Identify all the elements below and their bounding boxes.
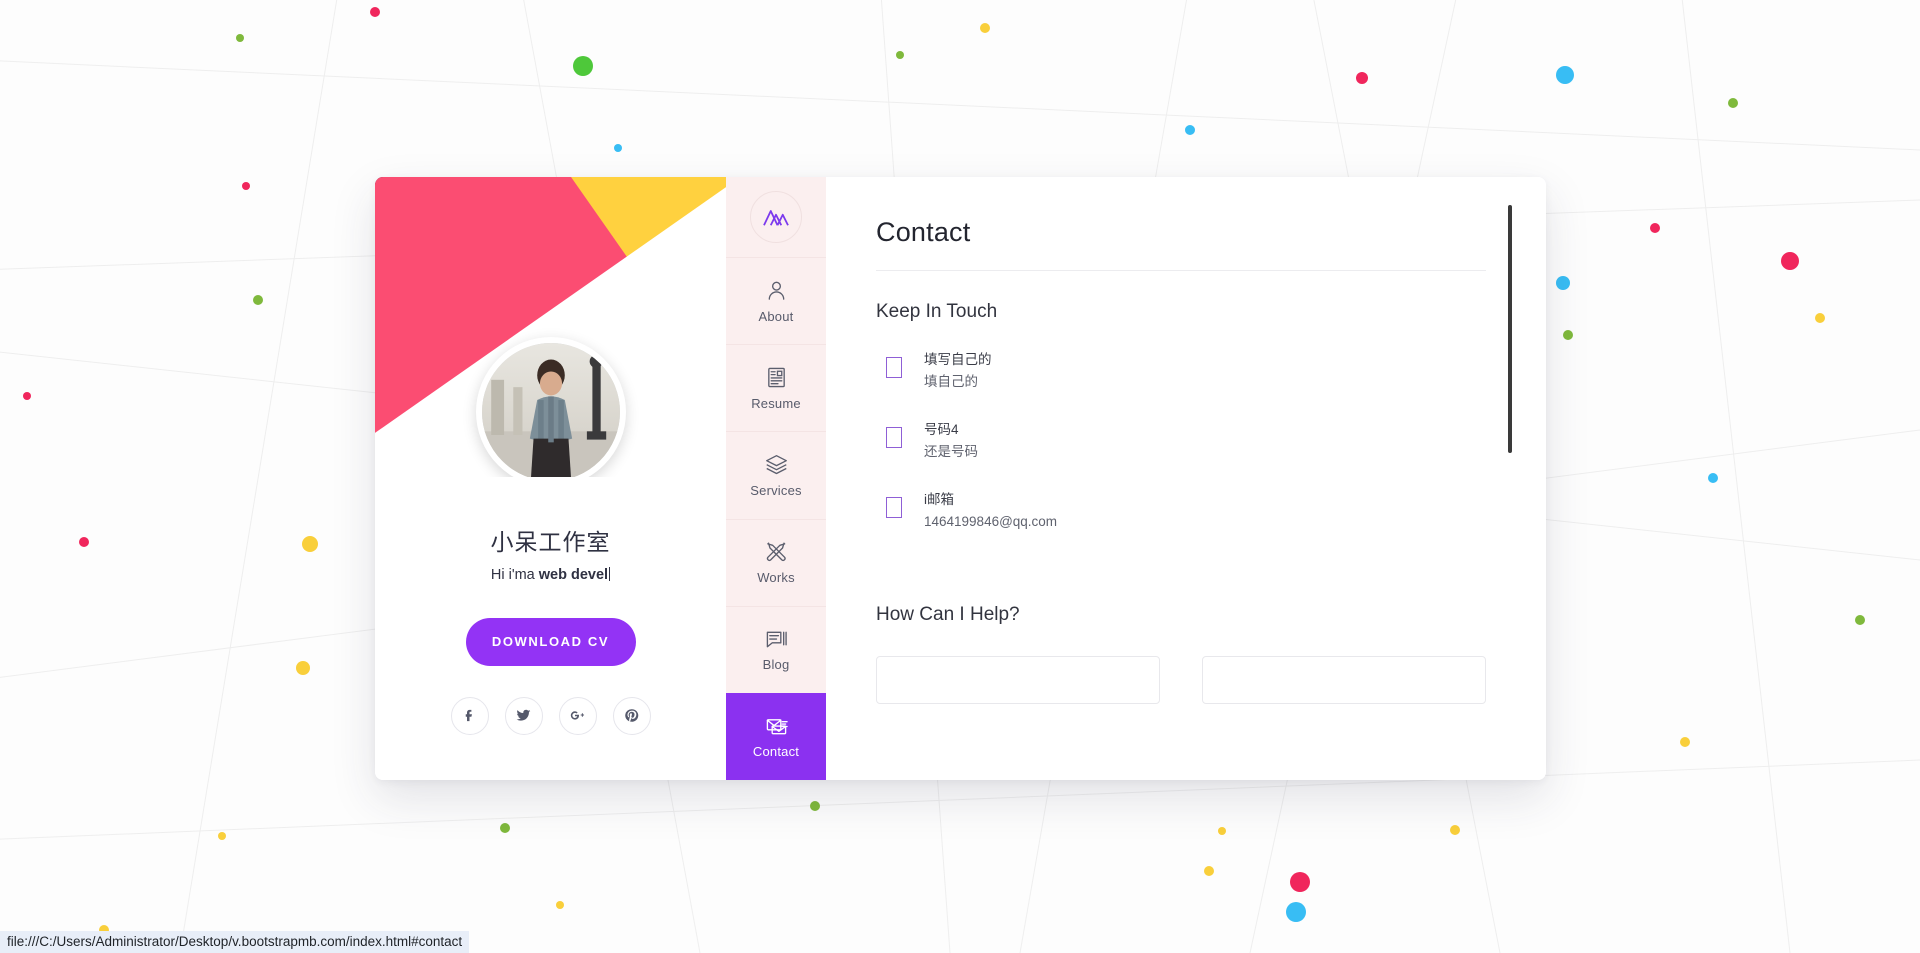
profile-panel: 小呆工作室 Hi i'ma web devel DOWNLOAD CV [375, 177, 726, 780]
sidebar-item-label: About [758, 308, 794, 324]
sidebar-item-label: Blog [762, 657, 790, 673]
contact-text: 号码4 还是号码 [924, 415, 978, 464]
facebook-icon[interactable] [450, 696, 489, 735]
sidebar-item-about[interactable]: About [726, 257, 826, 344]
sidebar-item-label: Contact [752, 744, 800, 760]
placeholder-box-icon [886, 427, 902, 448]
sidebar-nav: About Resume Services Works Blog Contact [726, 177, 826, 780]
title-divider [876, 270, 1486, 271]
contact-text: 填写自己的 填自己的 [924, 345, 992, 394]
user-icon [765, 279, 788, 303]
sidebar-item-resume[interactable]: Resume [726, 344, 826, 431]
tools-icon [765, 540, 788, 564]
sidebar-item-services[interactable]: Services [726, 431, 826, 518]
profile-header-art [375, 177, 726, 477]
avatar [475, 337, 626, 477]
app-root: 小呆工作室 Hi i'ma web devel DOWNLOAD CV Abou… [0, 0, 1920, 953]
profile-role: Hi i'ma web devel [399, 566, 702, 583]
role-prefix: Hi i'ma [490, 566, 539, 583]
role-typed: web devel [538, 566, 609, 583]
nav-logo[interactable] [726, 177, 826, 257]
sidebar-item-works[interactable]: Works [726, 518, 826, 606]
content-scrollbar[interactable] [1508, 205, 1512, 750]
document-icon [765, 366, 788, 390]
twitter-icon[interactable] [504, 696, 543, 735]
contact-info-item: 填写自己的 填自己的 [876, 345, 1486, 415]
profile-body: 小呆工作室 Hi i'ma web devel DOWNLOAD CV [375, 477, 726, 735]
layers-icon [765, 453, 788, 477]
contact-label: 号码4 [924, 422, 959, 437]
sidebar-item-label: Resume [751, 395, 801, 411]
portfolio-card: 小呆工作室 Hi i'ma web devel DOWNLOAD CV Abou… [375, 177, 1546, 780]
contact-form [876, 656, 1486, 704]
contact-label: 填写自己的 [924, 352, 992, 367]
contact-value: 还是号码 [924, 444, 978, 460]
contact-info-item: 号码4 还是号码 [876, 415, 1486, 485]
profile-name: 小呆工作室 [490, 529, 611, 555]
browser-status-bar: file:///C:/Users/Administrator/Desktop/v… [0, 931, 470, 953]
contact-value: 1464199846@qq.com [924, 514, 1058, 530]
blog-icon [765, 627, 788, 651]
sidebar-item-blog[interactable]: Blog [726, 605, 826, 693]
download-cv-button[interactable]: DOWNLOAD CV [465, 617, 636, 666]
social-links [399, 696, 702, 735]
contact-value: 填自己的 [924, 374, 978, 390]
envelope-icon [765, 714, 788, 738]
contact-section: Contact Keep In Touch 填写自己的 填自己的 号码4 还是号… [826, 177, 1546, 780]
pinterest-icon[interactable] [612, 696, 651, 735]
google-plus-icon[interactable] [558, 696, 597, 735]
mountain-logo-icon [763, 210, 789, 226]
placeholder-box-icon [886, 357, 902, 378]
contact-info-item: i邮箱 1464199846@qq.com [876, 485, 1486, 555]
contact-info-list: 填写自己的 填自己的 号码4 还是号码 i邮箱 1464199846@qq.co… [876, 345, 1486, 555]
sidebar-item-label: Works [757, 570, 795, 586]
sidebar-item-label: Services [750, 482, 802, 498]
placeholder-box-icon [886, 497, 902, 518]
scrollbar-thumb[interactable] [1508, 205, 1512, 453]
nav-logo-circle [750, 191, 802, 243]
email-field[interactable] [1202, 656, 1486, 704]
how-can-i-help-title: How Can I Help? [876, 604, 1020, 625]
page-title: Contact [876, 217, 971, 247]
name-field[interactable] [876, 656, 1160, 704]
sidebar-item-contact[interactable]: Contact [726, 692, 826, 780]
keep-in-touch-title: Keep In Touch [876, 301, 998, 322]
contact-text: i邮箱 1464199846@qq.com [924, 485, 1057, 534]
contact-label: i邮箱 [924, 492, 954, 507]
typing-cursor [609, 566, 611, 581]
